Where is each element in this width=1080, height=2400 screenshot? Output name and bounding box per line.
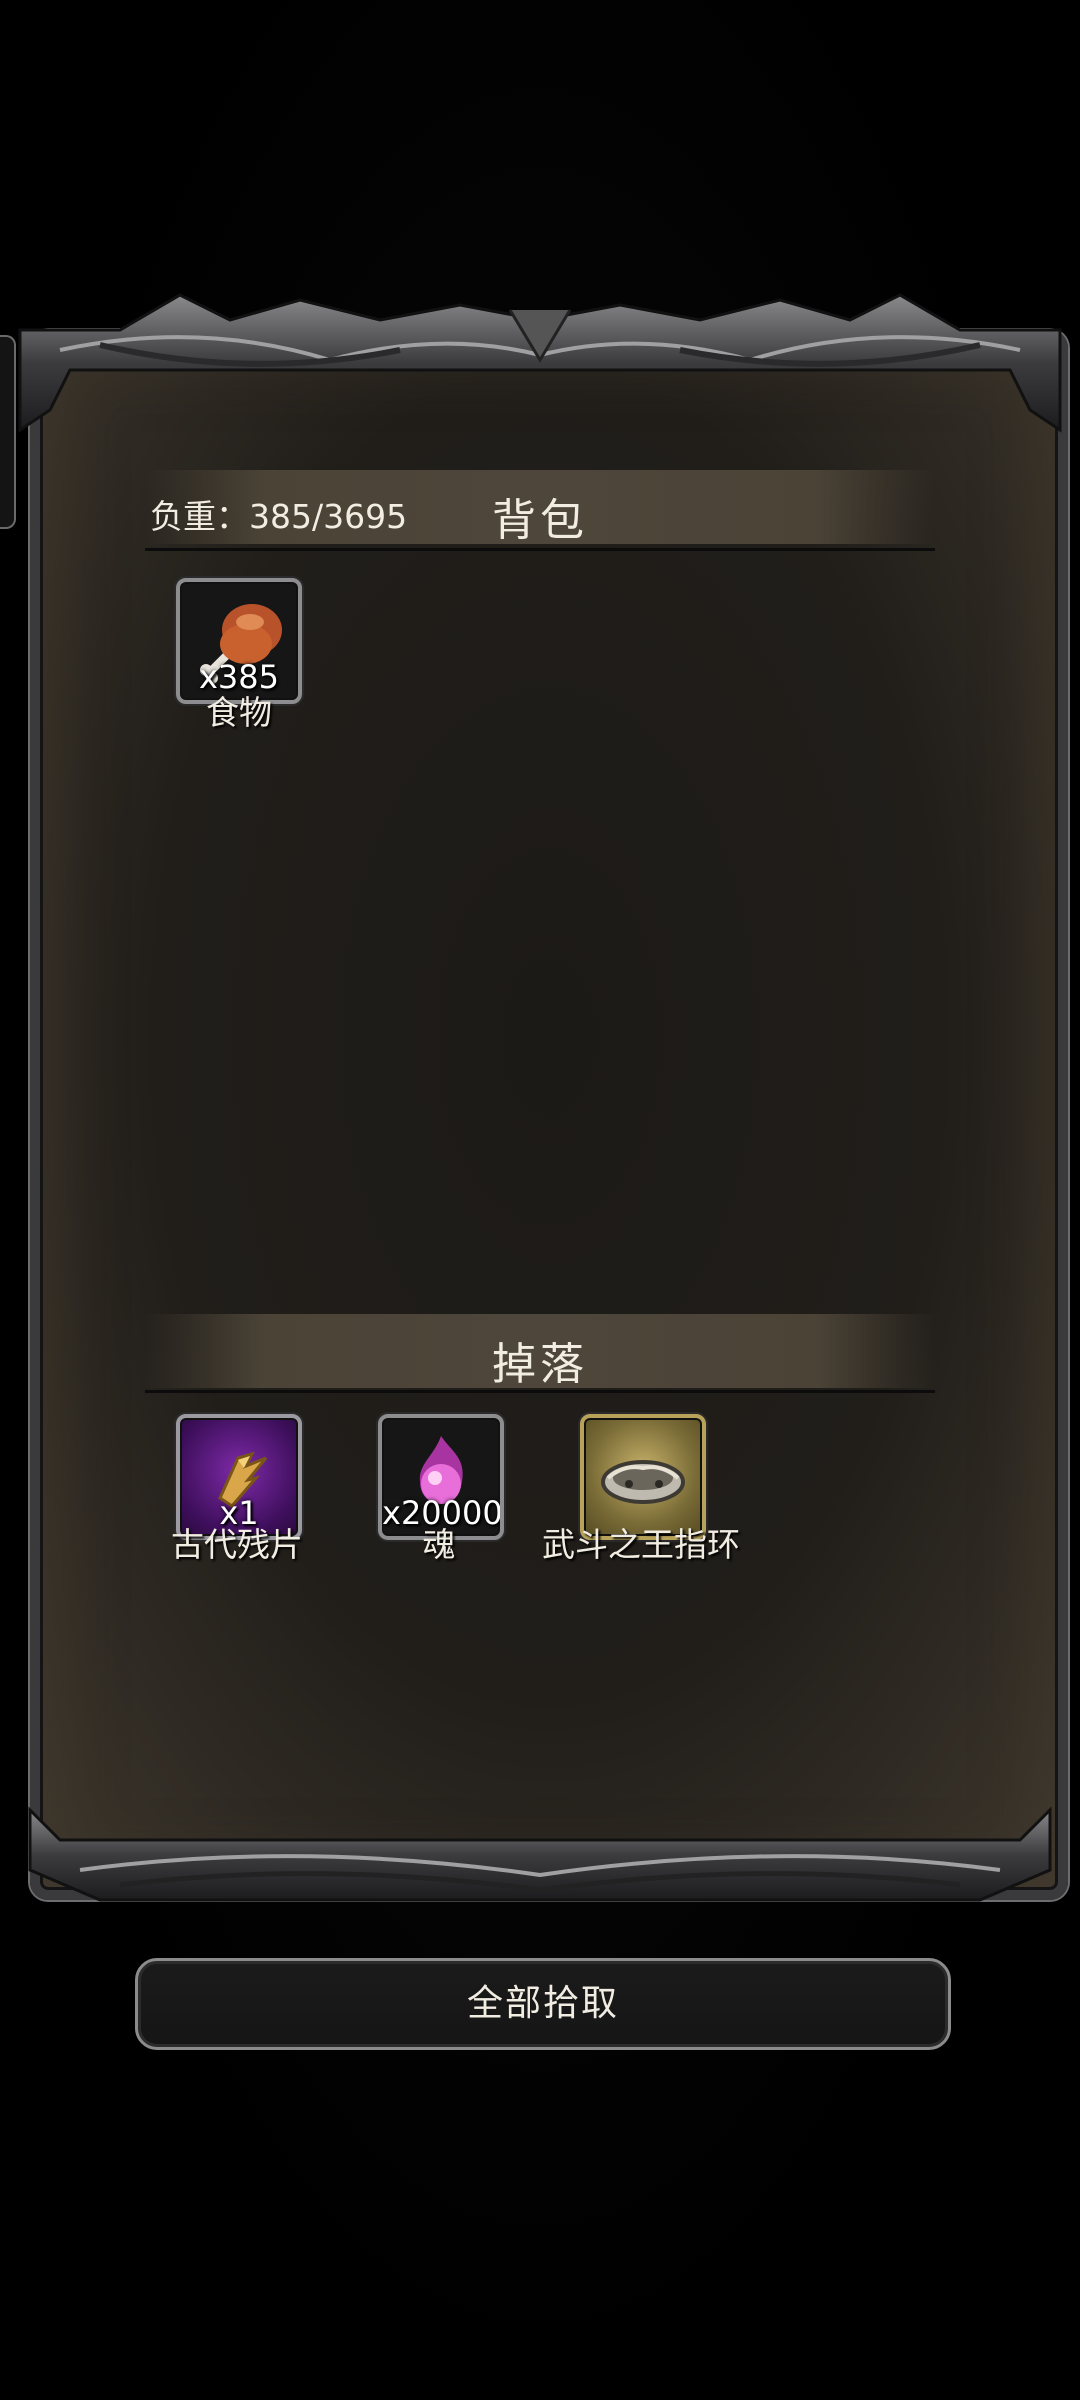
header-divider xyxy=(145,1390,935,1393)
inventory-panel xyxy=(30,330,1068,1900)
ornate-frame-bottom xyxy=(28,1806,1052,1902)
item-name: 魂 xyxy=(422,1525,456,1564)
pickup-all-button[interactable]: 全部拾取 xyxy=(135,1958,951,2050)
item-name: 古代残片 xyxy=(171,1525,303,1564)
screen: 背包 负重：385/3695 x385 食物 掉落 x1 古代残片 x20000… xyxy=(0,0,1080,2400)
item-name: 武斗之王指环 xyxy=(542,1525,740,1564)
ring-icon xyxy=(601,1460,685,1504)
pickup-all-label: 全部拾取 xyxy=(466,1983,619,2024)
item-name: 食物 xyxy=(206,693,272,732)
header-divider xyxy=(145,548,935,551)
ornate-frame-top xyxy=(18,293,1062,433)
weight-counter: 负重：385/3695 xyxy=(150,497,408,536)
drops-header: 掉落 xyxy=(145,1314,935,1390)
backpack-item-slot[interactable]: x385 xyxy=(176,578,302,704)
drops-title: 掉落 xyxy=(492,1339,588,1390)
